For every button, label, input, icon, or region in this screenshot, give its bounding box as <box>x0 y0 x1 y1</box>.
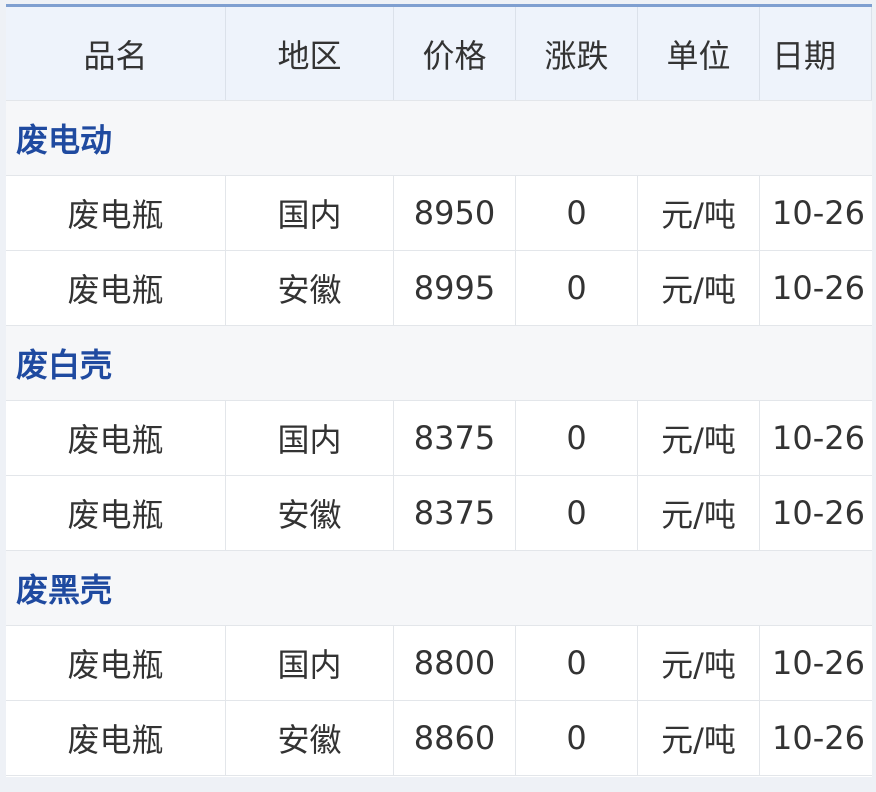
group-row: 废电动 <box>6 101 872 176</box>
cell-unit: 元/吨 <box>638 701 760 775</box>
group-row: 废黑壳 <box>6 551 872 626</box>
header-change: 涨跌 <box>516 7 638 100</box>
cell-unit: 元/吨 <box>638 626 760 700</box>
cell-date: 10-26 <box>772 644 865 682</box>
header-price: 价格 <box>394 7 516 100</box>
cell-price: 8375 <box>394 476 516 550</box>
header-date: 日期 <box>760 7 872 100</box>
cell-unit: 元/吨 <box>638 251 760 325</box>
cell-product: 废电瓶 <box>6 626 226 700</box>
cell-change: 0 <box>516 251 638 325</box>
cell-unit: 元/吨 <box>638 401 760 475</box>
page-frame: 品名 地区 价格 涨跌 单位 日期 废电动 废电瓶 国内 8950 0 元/吨 … <box>0 0 876 792</box>
header-unit: 单位 <box>638 7 760 100</box>
group-label: 废白壳 <box>16 346 113 384</box>
header-product: 品名 <box>6 7 226 100</box>
cell-unit: 元/吨 <box>638 476 760 550</box>
cell-product: 废电瓶 <box>6 176 226 250</box>
table-row: 废电瓶 安徽 8375 0 元/吨 10-26 <box>6 476 872 551</box>
cell-region: 安徽 <box>226 251 394 325</box>
cell-product: 废电瓶 <box>6 476 226 550</box>
cell-region: 国内 <box>226 626 394 700</box>
cell-change: 0 <box>516 176 638 250</box>
cell-region: 安徽 <box>226 476 394 550</box>
group-label: 废黑壳 <box>16 571 113 609</box>
table-row: 废电瓶 安徽 8860 0 元/吨 10-26 <box>6 701 872 776</box>
cell-date: 10-26 <box>772 719 865 757</box>
table-header: 品名 地区 价格 涨跌 单位 日期 <box>6 7 872 101</box>
cell-date: 10-26 <box>772 194 865 232</box>
cell-price: 8995 <box>394 251 516 325</box>
cell-region: 安徽 <box>226 701 394 775</box>
cell-date: 10-26 <box>772 269 865 307</box>
cell-date: 10-26 <box>772 494 865 532</box>
cell-date: 10-26 <box>772 419 865 457</box>
cell-unit: 元/吨 <box>638 176 760 250</box>
table-row: 废电瓶 国内 8800 0 元/吨 10-26 <box>6 626 872 701</box>
header-region: 地区 <box>226 7 394 100</box>
table-row: 废电瓶 安徽 8995 0 元/吨 10-26 <box>6 251 872 326</box>
cell-price: 8375 <box>394 401 516 475</box>
cell-region: 国内 <box>226 401 394 475</box>
table-row: 废电瓶 国内 8375 0 元/吨 10-26 <box>6 401 872 476</box>
cell-region: 国内 <box>226 176 394 250</box>
group-row: 废白壳 <box>6 326 872 401</box>
cell-product: 废电瓶 <box>6 401 226 475</box>
cell-price: 8860 <box>394 701 516 775</box>
cell-change: 0 <box>516 701 638 775</box>
table-row: 废电瓶 国内 8950 0 元/吨 10-26 <box>6 176 872 251</box>
group-label: 废电动 <box>16 121 113 159</box>
cell-change: 0 <box>516 476 638 550</box>
cell-price: 8950 <box>394 176 516 250</box>
cell-price: 8800 <box>394 626 516 700</box>
cell-change: 0 <box>516 626 638 700</box>
cell-product: 废电瓶 <box>6 251 226 325</box>
cell-product: 废电瓶 <box>6 701 226 775</box>
cell-change: 0 <box>516 401 638 475</box>
price-table: 品名 地区 价格 涨跌 单位 日期 废电动 废电瓶 国内 8950 0 元/吨 … <box>6 4 872 777</box>
